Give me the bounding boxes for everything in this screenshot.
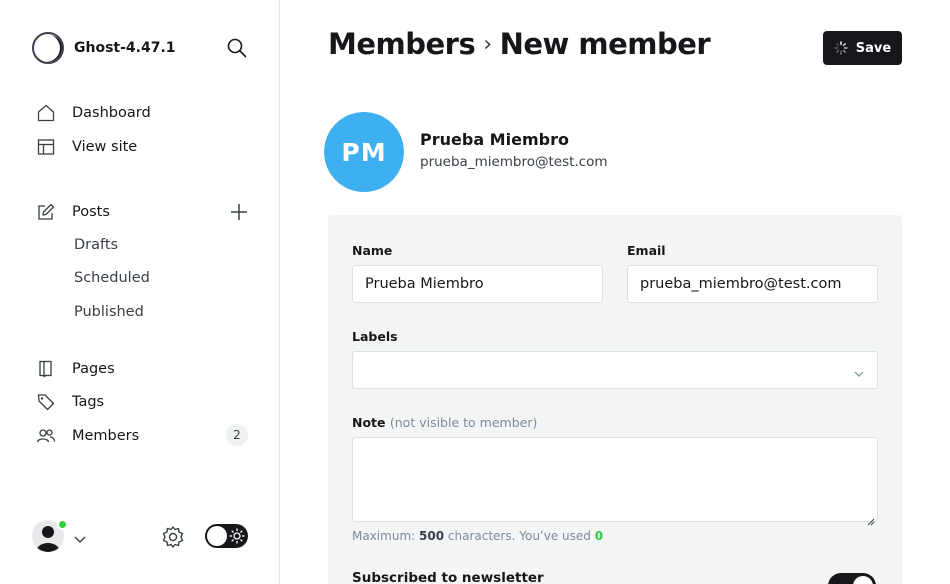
breadcrumb-separator: › xyxy=(483,31,492,57)
pencil-square-icon xyxy=(36,202,56,222)
counter-middle: characters. You’ve used xyxy=(447,529,591,543)
site-logo xyxy=(32,32,64,64)
name-field[interactable]: Prueba Miembro xyxy=(352,265,603,303)
sidebar-item-members[interactable]: Members xyxy=(36,424,139,448)
counter-max: 500 xyxy=(419,529,445,543)
sidebar-item-dashboard[interactable]: Dashboard xyxy=(36,101,151,125)
sidebar-item-posts[interactable]: Posts xyxy=(36,200,110,224)
note-label: Note (not visible to member) xyxy=(352,415,537,430)
sidebar-subitem-published[interactable]: Published xyxy=(74,304,144,320)
note-textarea[interactable] xyxy=(352,437,878,526)
new-post-plus-icon[interactable] xyxy=(228,201,250,223)
sidebar-subitem-scheduled[interactable]: Scheduled xyxy=(74,270,150,286)
page-icon xyxy=(36,359,56,379)
name-label: Name xyxy=(352,243,393,258)
members-count-badge: 2 xyxy=(226,424,248,446)
members-icon xyxy=(36,426,56,446)
member-name: Prueba Miembro xyxy=(420,130,569,149)
search-icon[interactable] xyxy=(226,37,248,59)
site-name: Ghost-4.47.1 xyxy=(74,40,176,56)
tag-icon xyxy=(36,392,56,412)
sidebar-item-label: Posts xyxy=(72,204,110,220)
sidebar-item-label: Tags xyxy=(72,394,105,410)
dark-mode-toggle[interactable] xyxy=(205,524,248,548)
sidebar-item-label: Pages xyxy=(72,361,115,377)
resize-handle-icon[interactable] xyxy=(867,511,875,526)
sidebar-item-view-site[interactable]: View site xyxy=(36,135,137,159)
sidebar-item-tags[interactable]: Tags xyxy=(36,390,104,414)
online-status-dot xyxy=(57,519,68,530)
labels-select[interactable] xyxy=(352,351,878,389)
member-avatar: PM xyxy=(324,112,404,192)
note-label-text: Note xyxy=(352,415,386,430)
sidebar-item-label: View site xyxy=(72,139,138,155)
toggle-knob xyxy=(853,576,873,584)
sun-icon xyxy=(229,528,245,544)
spinner-icon xyxy=(834,41,848,55)
brand[interactable]: Ghost-4.47.1 xyxy=(32,32,176,64)
save-button[interactable]: Save xyxy=(823,31,902,65)
sidebar-item-pages[interactable]: Pages xyxy=(36,357,115,381)
email-label: Email xyxy=(627,243,666,258)
counter-used: 0 xyxy=(594,529,604,543)
newsletter-toggle[interactable] xyxy=(828,573,876,584)
sidebar: Ghost-4.47.1 Dashboard View site Posts D… xyxy=(0,0,280,584)
page-title: Members › New member xyxy=(328,27,711,61)
labels-label: Labels xyxy=(352,329,398,344)
chevron-down-icon[interactable] xyxy=(73,530,87,544)
save-button-label: Save xyxy=(855,40,892,56)
counter-prefix: Maximum: xyxy=(352,529,416,543)
gear-icon[interactable] xyxy=(160,524,186,550)
breadcrumb-members-link[interactable]: Members xyxy=(328,27,476,61)
page-title-text: New member xyxy=(499,27,711,61)
email-field[interactable]: prueba_miembro@test.com xyxy=(627,265,878,303)
note-hint: (not visible to member) xyxy=(389,415,538,430)
layout-icon xyxy=(36,137,56,157)
newsletter-label: Subscribed to newsletter xyxy=(352,570,544,584)
chevron-down-icon xyxy=(853,366,865,377)
member-email: prueba_miembro@test.com xyxy=(420,154,608,170)
sidebar-item-label: Members xyxy=(72,428,140,444)
sidebar-item-label: Dashboard xyxy=(72,105,151,121)
sidebar-subitem-drafts[interactable]: Drafts xyxy=(74,237,118,253)
toggle-knob xyxy=(207,526,227,546)
note-character-counter: Maximum: 500 characters. You’ve used 0 xyxy=(352,529,603,543)
house-icon xyxy=(36,103,56,123)
